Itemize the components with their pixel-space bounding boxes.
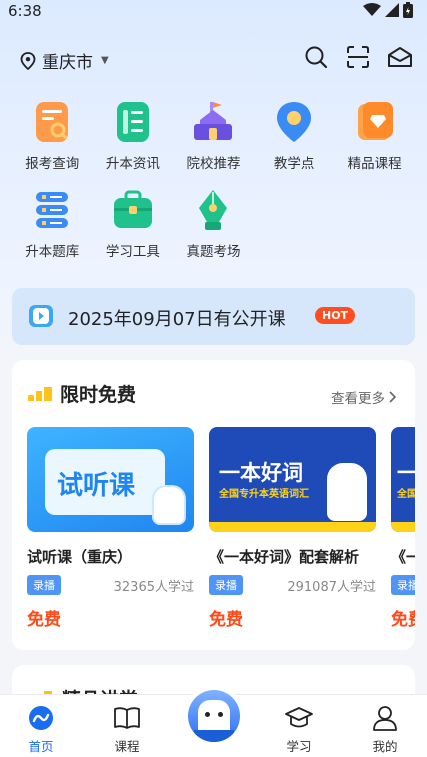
grid-item-toolbox[interactable]: 学习工具	[93, 188, 174, 276]
grid-item-news[interactable]: 升本资讯	[93, 100, 174, 188]
location-selector[interactable]: 重庆市 ▼	[20, 48, 109, 73]
tab-label: 学习	[286, 739, 312, 754]
tab-label: 首页	[28, 739, 54, 754]
course-title: 《一本好词》配套解析	[209, 548, 360, 566]
top-bar: 重庆市 ▼	[0, 40, 427, 78]
grid-label: 升本资讯	[105, 156, 160, 172]
learner-count: 291087人学过	[287, 579, 376, 595]
top-actions	[303, 44, 413, 70]
wifi-icon	[363, 3, 381, 16]
course-card[interactable]: 试听课 试听课（重庆） 录播 32365人学过 免费	[27, 427, 194, 630]
thumb-subtitle: 全国专升本英语词汇	[219, 489, 309, 500]
bar-decoration-icon	[28, 386, 52, 401]
course-thumbnail: 一 全国	[391, 427, 415, 532]
premium-course-icon	[353, 100, 397, 144]
course-meta: 录播 291087人学过	[209, 575, 376, 595]
book-icon	[114, 707, 140, 729]
tab-study[interactable]: 学习	[269, 705, 329, 755]
grid-item-exam-room[interactable]: 真题考场	[173, 188, 254, 276]
mascot-image	[327, 463, 367, 521]
course-price: 免费	[27, 610, 61, 630]
mail-icon	[388, 47, 412, 67]
course-title: 试听课（重庆）	[27, 548, 133, 566]
home-icon	[29, 706, 53, 730]
function-grid: 报考查询 升本资讯 院校推荐 教学点 精品课程 升本题库 学习工具 真题考场	[12, 100, 415, 276]
location-city: 重庆市	[42, 53, 93, 73]
graduation-cap-icon	[285, 707, 313, 728]
chevron-right-icon	[389, 391, 397, 403]
news-icon	[111, 100, 155, 144]
mascot-image	[152, 485, 186, 525]
course-price: 免费	[391, 610, 415, 630]
grid-item-exam-search[interactable]: 报考查询	[12, 100, 93, 188]
signal-icon	[385, 3, 399, 17]
status-bar: 6:38	[0, 0, 427, 24]
free-section-card: 限时免费 查看更多 试听课 试听课（重庆） 录播 32365人学过 免费 一本好…	[12, 360, 415, 650]
message-button[interactable]	[387, 44, 413, 70]
course-price: 免费	[209, 610, 243, 630]
tab-label: 我的	[372, 739, 398, 754]
search-icon	[305, 46, 328, 69]
course-meta: 录播	[391, 575, 415, 595]
profile-icon	[373, 706, 397, 731]
grid-label: 真题考场	[186, 244, 241, 260]
live-class-icon	[29, 305, 53, 327]
section-title: 限时免费	[60, 384, 137, 406]
tab-courses[interactable]: 课程	[97, 705, 157, 755]
grid-label: 教学点	[273, 156, 315, 172]
status-time: 6:38	[8, 2, 42, 20]
course-type-tag: 录播	[391, 575, 415, 595]
grid-item-question-bank[interactable]: 升本题库	[12, 188, 93, 276]
center-mascot-button[interactable]	[184, 686, 244, 746]
grid-item-teaching-point[interactable]: 教学点	[254, 100, 335, 188]
scan-icon	[347, 46, 369, 68]
location-pin-icon	[272, 100, 316, 144]
course-card[interactable]: 一本好词 全国专升本英语词汇 《一本好词》配套解析 录播 291087人学过 免…	[209, 427, 376, 630]
thumb-title: 一	[397, 461, 415, 485]
question-bank-icon	[30, 188, 74, 232]
section-header: 限时免费	[28, 380, 136, 407]
status-icons	[363, 2, 413, 18]
search-button[interactable]	[303, 44, 329, 70]
course-card[interactable]: 一 全国 《一 录播 免费	[391, 427, 415, 630]
grid-label: 报考查询	[25, 156, 80, 172]
course-meta: 录播 32365人学过	[27, 575, 194, 595]
view-more-link[interactable]: 查看更多	[331, 387, 397, 407]
view-more-label: 查看更多	[331, 391, 385, 407]
toolbox-icon	[111, 188, 155, 232]
course-thumbnail: 一本好词 全国专升本英语词汇	[209, 427, 376, 532]
scan-button[interactable]	[345, 44, 371, 70]
thumb-title: 试听课	[57, 471, 136, 501]
tab-profile[interactable]: 我的	[355, 705, 415, 755]
learner-count: 32365人学过	[113, 579, 194, 595]
banner-text: 2025年09月07日有公开课	[68, 309, 286, 330]
battery-icon	[403, 2, 413, 18]
hot-badge: HOT	[315, 307, 356, 324]
thumb-title: 一本好词	[219, 461, 303, 485]
tab-home[interactable]: 首页	[11, 705, 71, 755]
public-class-banner[interactable]: 2025年09月07日有公开课 HOT	[12, 288, 415, 345]
course-thumbnail: 试听课	[27, 427, 194, 532]
caret-down-icon: ▼	[101, 55, 109, 66]
grid-label: 院校推荐	[186, 156, 241, 172]
pen-exam-icon	[191, 188, 235, 232]
location-icon	[20, 51, 36, 70]
grid-label: 升本题库	[25, 244, 80, 260]
thumb-subtitle: 全国	[397, 489, 415, 500]
course-type-tag: 录播	[209, 575, 243, 595]
grid-label: 学习工具	[105, 244, 160, 260]
grid-label: 精品课程	[347, 156, 402, 172]
school-icon	[191, 100, 235, 144]
course-title: 《一	[391, 548, 415, 566]
course-type-tag: 录播	[27, 575, 61, 595]
exam-search-icon	[30, 100, 74, 144]
course-list: 试听课 试听课（重庆） 录播 32365人学过 免费 一本好词 全国专升本英语词…	[27, 427, 415, 630]
tab-label: 课程	[114, 739, 140, 754]
grid-item-school[interactable]: 院校推荐	[173, 100, 254, 188]
grid-item-premium-course[interactable]: 精品课程	[334, 100, 415, 188]
mascot-avatar	[188, 690, 240, 742]
